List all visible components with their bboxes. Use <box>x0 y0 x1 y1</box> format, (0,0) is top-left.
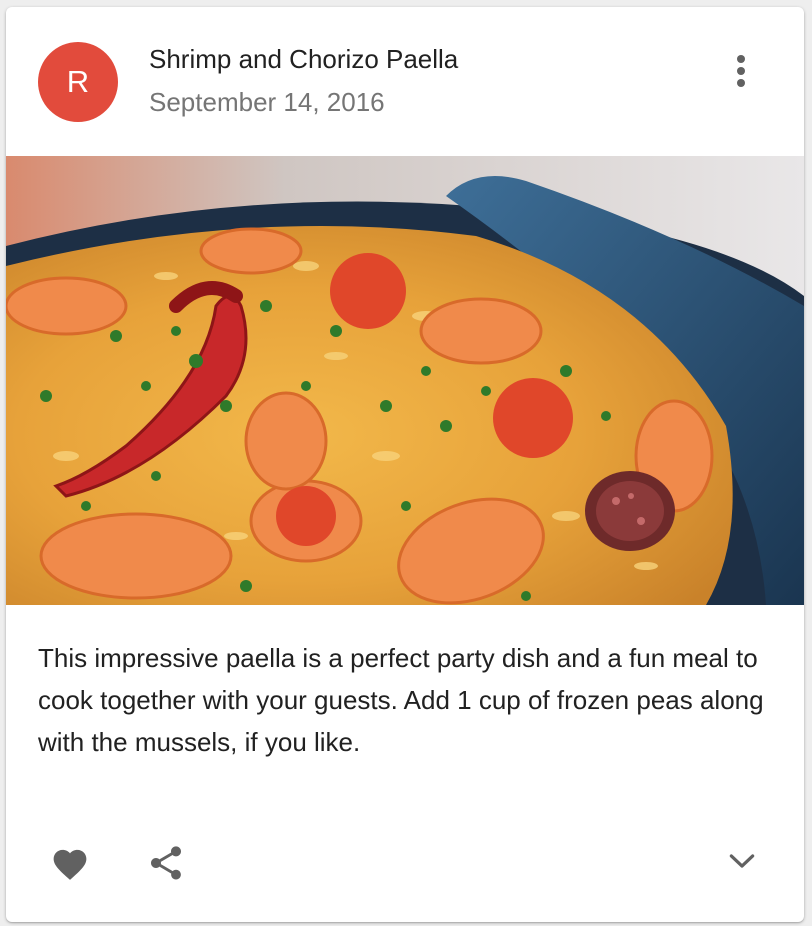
favorite-button[interactable] <box>42 835 98 891</box>
card-title: Shrimp and Chorizo Paella <box>149 44 459 74</box>
recipe-card: R Shrimp and Chorizo Paella September 14… <box>6 7 804 922</box>
chevron-down-icon <box>729 854 755 868</box>
card-date: September 14, 2016 <box>149 87 385 117</box>
share-icon <box>151 846 181 880</box>
card-description: This impressive paella is a perfect part… <box>38 643 764 757</box>
expand-button[interactable] <box>714 833 770 889</box>
card-media-image <box>6 156 804 605</box>
paella-image <box>6 156 804 605</box>
more-vert-icon <box>737 55 745 87</box>
card-actions <box>6 827 804 899</box>
avatar: R <box>38 42 118 122</box>
more-options-button[interactable] <box>719 49 763 93</box>
share-button[interactable] <box>138 835 194 891</box>
heart-icon <box>53 849 87 880</box>
card-header: R Shrimp and Chorizo Paella September 14… <box>6 7 804 156</box>
avatar-letter: R <box>66 64 90 99</box>
